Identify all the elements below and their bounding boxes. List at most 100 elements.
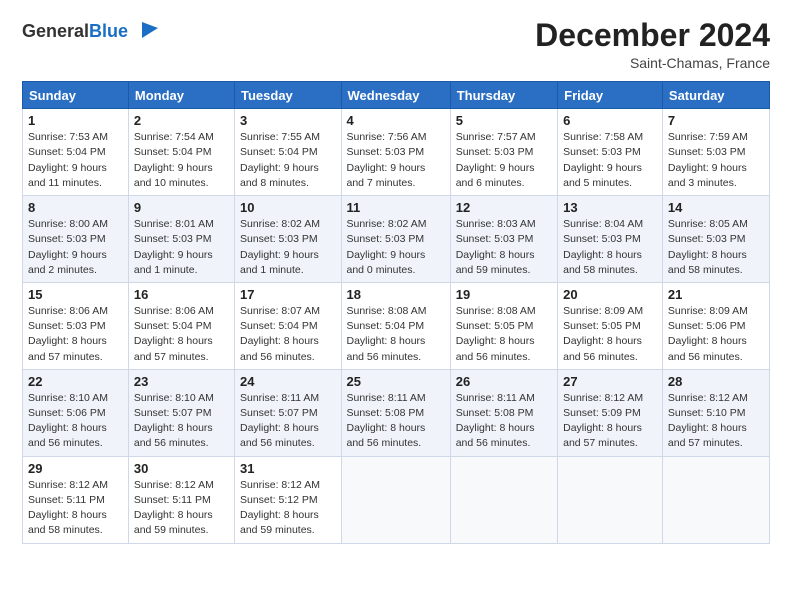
calendar-cell: 29 Sunrise: 8:12 AMSunset: 5:11 PMDayligh… bbox=[23, 456, 129, 543]
calendar: SundayMondayTuesdayWednesdayThursdayFrid… bbox=[22, 81, 770, 543]
day-number: 10 bbox=[240, 200, 336, 215]
logo-general: GeneralBlue bbox=[22, 22, 128, 42]
calendar-week-row: 15 Sunrise: 8:06 AMSunset: 5:03 PMDayligh… bbox=[23, 282, 770, 369]
header: GeneralBlue December 2024 Saint-Chamas, … bbox=[22, 18, 770, 71]
calendar-cell: 4Sunrise: 7:56 AMSunset: 5:03 PMDaylight… bbox=[341, 109, 450, 196]
calendar-week-row: 22 Sunrise: 8:10 AMSunset: 5:06 PMDayligh… bbox=[23, 369, 770, 456]
day-number: 8 bbox=[28, 200, 123, 215]
day-number: 2 bbox=[134, 113, 229, 128]
calendar-cell: 3 Sunrise: 7:55 AMSunset: 5:04 PMDaylight… bbox=[235, 109, 342, 196]
calendar-cell: 11 Sunrise: 8:02 AMSunset: 5:03 PMDayligh… bbox=[341, 196, 450, 283]
calendar-cell: 28 Sunrise: 8:12 AMSunset: 5:10 PMDayligh… bbox=[662, 369, 769, 456]
day-info: Sunrise: 8:08 AMSunset: 5:04 PMDaylight:… bbox=[347, 305, 427, 363]
day-info: Sunrise: 8:01 AMSunset: 5:03 PMDaylight:… bbox=[134, 218, 214, 276]
day-info: Sunrise: 8:02 AMSunset: 5:03 PMDaylight:… bbox=[347, 218, 427, 276]
calendar-week-row: 8Sunrise: 8:00 AMSunset: 5:03 PMDaylight… bbox=[23, 196, 770, 283]
day-number: 18 bbox=[347, 287, 445, 302]
day-info: Sunrise: 8:12 AMSunset: 5:10 PMDaylight:… bbox=[668, 392, 748, 450]
day-info: Sunrise: 8:10 AMSunset: 5:06 PMDaylight:… bbox=[28, 392, 108, 450]
weekday-header: Thursday bbox=[450, 82, 557, 109]
day-number: 28 bbox=[668, 374, 764, 389]
day-info: Sunrise: 7:59 AMSunset: 5:03 PMDaylight:… bbox=[668, 131, 748, 189]
calendar-cell: 13 Sunrise: 8:04 AMSunset: 5:03 PMDayligh… bbox=[558, 196, 663, 283]
day-number: 11 bbox=[347, 200, 445, 215]
weekday-header: Wednesday bbox=[341, 82, 450, 109]
calendar-cell: 22 Sunrise: 8:10 AMSunset: 5:06 PMDayligh… bbox=[23, 369, 129, 456]
day-number: 1 bbox=[28, 113, 123, 128]
day-info: Sunrise: 8:09 AMSunset: 5:06 PMDaylight:… bbox=[668, 305, 748, 363]
logo-icon bbox=[132, 18, 160, 46]
day-number: 16 bbox=[134, 287, 229, 302]
day-info: Sunrise: 8:05 AMSunset: 5:03 PMDaylight:… bbox=[668, 218, 748, 276]
calendar-cell: 14 Sunrise: 8:05 AMSunset: 5:03 PMDayligh… bbox=[662, 196, 769, 283]
day-number: 30 bbox=[134, 461, 229, 476]
day-info: Sunrise: 8:11 AMSunset: 5:08 PMDaylight:… bbox=[456, 392, 535, 450]
day-info: Sunrise: 7:54 AMSunset: 5:04 PMDaylight:… bbox=[134, 131, 214, 189]
day-number: 13 bbox=[563, 200, 657, 215]
day-number: 9 bbox=[134, 200, 229, 215]
day-info: Sunrise: 8:12 AMSunset: 5:12 PMDaylight:… bbox=[240, 479, 320, 537]
day-number: 17 bbox=[240, 287, 336, 302]
calendar-cell: 20 Sunrise: 8:09 AMSunset: 5:05 PMDayligh… bbox=[558, 282, 663, 369]
day-info: Sunrise: 8:04 AMSunset: 5:03 PMDaylight:… bbox=[563, 218, 643, 276]
calendar-cell: 19 Sunrise: 8:08 AMSunset: 5:05 PMDayligh… bbox=[450, 282, 557, 369]
day-number: 3 bbox=[240, 113, 336, 128]
calendar-cell: 12 Sunrise: 8:03 AMSunset: 5:03 PMDayligh… bbox=[450, 196, 557, 283]
day-number: 29 bbox=[28, 461, 123, 476]
weekday-header: Sunday bbox=[23, 82, 129, 109]
day-info: Sunrise: 7:55 AMSunset: 5:04 PMDaylight:… bbox=[240, 131, 320, 189]
day-number: 6 bbox=[563, 113, 657, 128]
day-number: 5 bbox=[456, 113, 552, 128]
day-info: Sunrise: 8:12 AMSunset: 5:09 PMDaylight:… bbox=[563, 392, 643, 450]
day-number: 27 bbox=[563, 374, 657, 389]
calendar-cell bbox=[450, 456, 557, 543]
calendar-cell bbox=[558, 456, 663, 543]
day-number: 4 bbox=[347, 113, 445, 128]
day-info: Sunrise: 8:12 AMSunset: 5:11 PMDaylight:… bbox=[28, 479, 108, 537]
calendar-cell: 21 Sunrise: 8:09 AMSunset: 5:06 PMDayligh… bbox=[662, 282, 769, 369]
day-number: 22 bbox=[28, 374, 123, 389]
calendar-cell: 9 Sunrise: 8:01 AMSunset: 5:03 PMDaylight… bbox=[128, 196, 234, 283]
calendar-cell: 10 Sunrise: 8:02 AMSunset: 5:03 PMDayligh… bbox=[235, 196, 342, 283]
calendar-cell: 8Sunrise: 8:00 AMSunset: 5:03 PMDaylight… bbox=[23, 196, 129, 283]
day-number: 23 bbox=[134, 374, 229, 389]
day-info: Sunrise: 8:02 AMSunset: 5:03 PMDaylight:… bbox=[240, 218, 320, 276]
day-number: 20 bbox=[563, 287, 657, 302]
day-info: Sunrise: 8:09 AMSunset: 5:05 PMDaylight:… bbox=[563, 305, 643, 363]
day-info: Sunrise: 8:03 AMSunset: 5:03 PMDaylight:… bbox=[456, 218, 536, 276]
calendar-cell: 15 Sunrise: 8:06 AMSunset: 5:03 PMDayligh… bbox=[23, 282, 129, 369]
calendar-cell: 5 Sunrise: 7:57 AMSunset: 5:03 PMDaylight… bbox=[450, 109, 557, 196]
weekday-header: Monday bbox=[128, 82, 234, 109]
calendar-week-row: 29 Sunrise: 8:12 AMSunset: 5:11 PMDayligh… bbox=[23, 456, 770, 543]
calendar-cell bbox=[662, 456, 769, 543]
day-info: Sunrise: 7:58 AMSunset: 5:03 PMDaylight:… bbox=[563, 131, 643, 189]
month-year: December 2024 bbox=[535, 18, 770, 53]
calendar-cell: 24Sunrise: 8:11 AMSunset: 5:07 PMDayligh… bbox=[235, 369, 342, 456]
day-info: Sunrise: 8:12 AMSunset: 5:11 PMDaylight:… bbox=[134, 479, 214, 537]
day-number: 19 bbox=[456, 287, 552, 302]
day-number: 24 bbox=[240, 374, 336, 389]
day-number: 12 bbox=[456, 200, 552, 215]
day-number: 25 bbox=[347, 374, 445, 389]
calendar-cell: 26Sunrise: 8:11 AMSunset: 5:08 PMDayligh… bbox=[450, 369, 557, 456]
day-info: Sunrise: 7:57 AMSunset: 5:03 PMDaylight:… bbox=[456, 131, 536, 189]
day-number: 15 bbox=[28, 287, 123, 302]
day-number: 21 bbox=[668, 287, 764, 302]
location: Saint-Chamas, France bbox=[535, 55, 770, 71]
day-info: Sunrise: 7:53 AMSunset: 5:04 PMDaylight:… bbox=[28, 131, 108, 189]
day-number: 31 bbox=[240, 461, 336, 476]
calendar-cell: 18 Sunrise: 8:08 AMSunset: 5:04 PMDayligh… bbox=[341, 282, 450, 369]
day-info: Sunrise: 8:06 AMSunset: 5:03 PMDaylight:… bbox=[28, 305, 108, 363]
calendar-cell: 6 Sunrise: 7:58 AMSunset: 5:03 PMDaylight… bbox=[558, 109, 663, 196]
logo: GeneralBlue bbox=[22, 18, 160, 46]
calendar-cell: 17Sunrise: 8:07 AMSunset: 5:04 PMDayligh… bbox=[235, 282, 342, 369]
calendar-week-row: 1 Sunrise: 7:53 AMSunset: 5:04 PMDaylight… bbox=[23, 109, 770, 196]
day-number: 14 bbox=[668, 200, 764, 215]
weekday-header: Tuesday bbox=[235, 82, 342, 109]
weekday-header: Saturday bbox=[662, 82, 769, 109]
calendar-cell: 7Sunrise: 7:59 AMSunset: 5:03 PMDaylight… bbox=[662, 109, 769, 196]
weekday-header: Friday bbox=[558, 82, 663, 109]
calendar-cell: 30 Sunrise: 8:12 AMSunset: 5:11 PMDayligh… bbox=[128, 456, 234, 543]
day-info: Sunrise: 8:08 AMSunset: 5:05 PMDaylight:… bbox=[456, 305, 536, 363]
day-info: Sunrise: 8:10 AMSunset: 5:07 PMDaylight:… bbox=[134, 392, 214, 450]
